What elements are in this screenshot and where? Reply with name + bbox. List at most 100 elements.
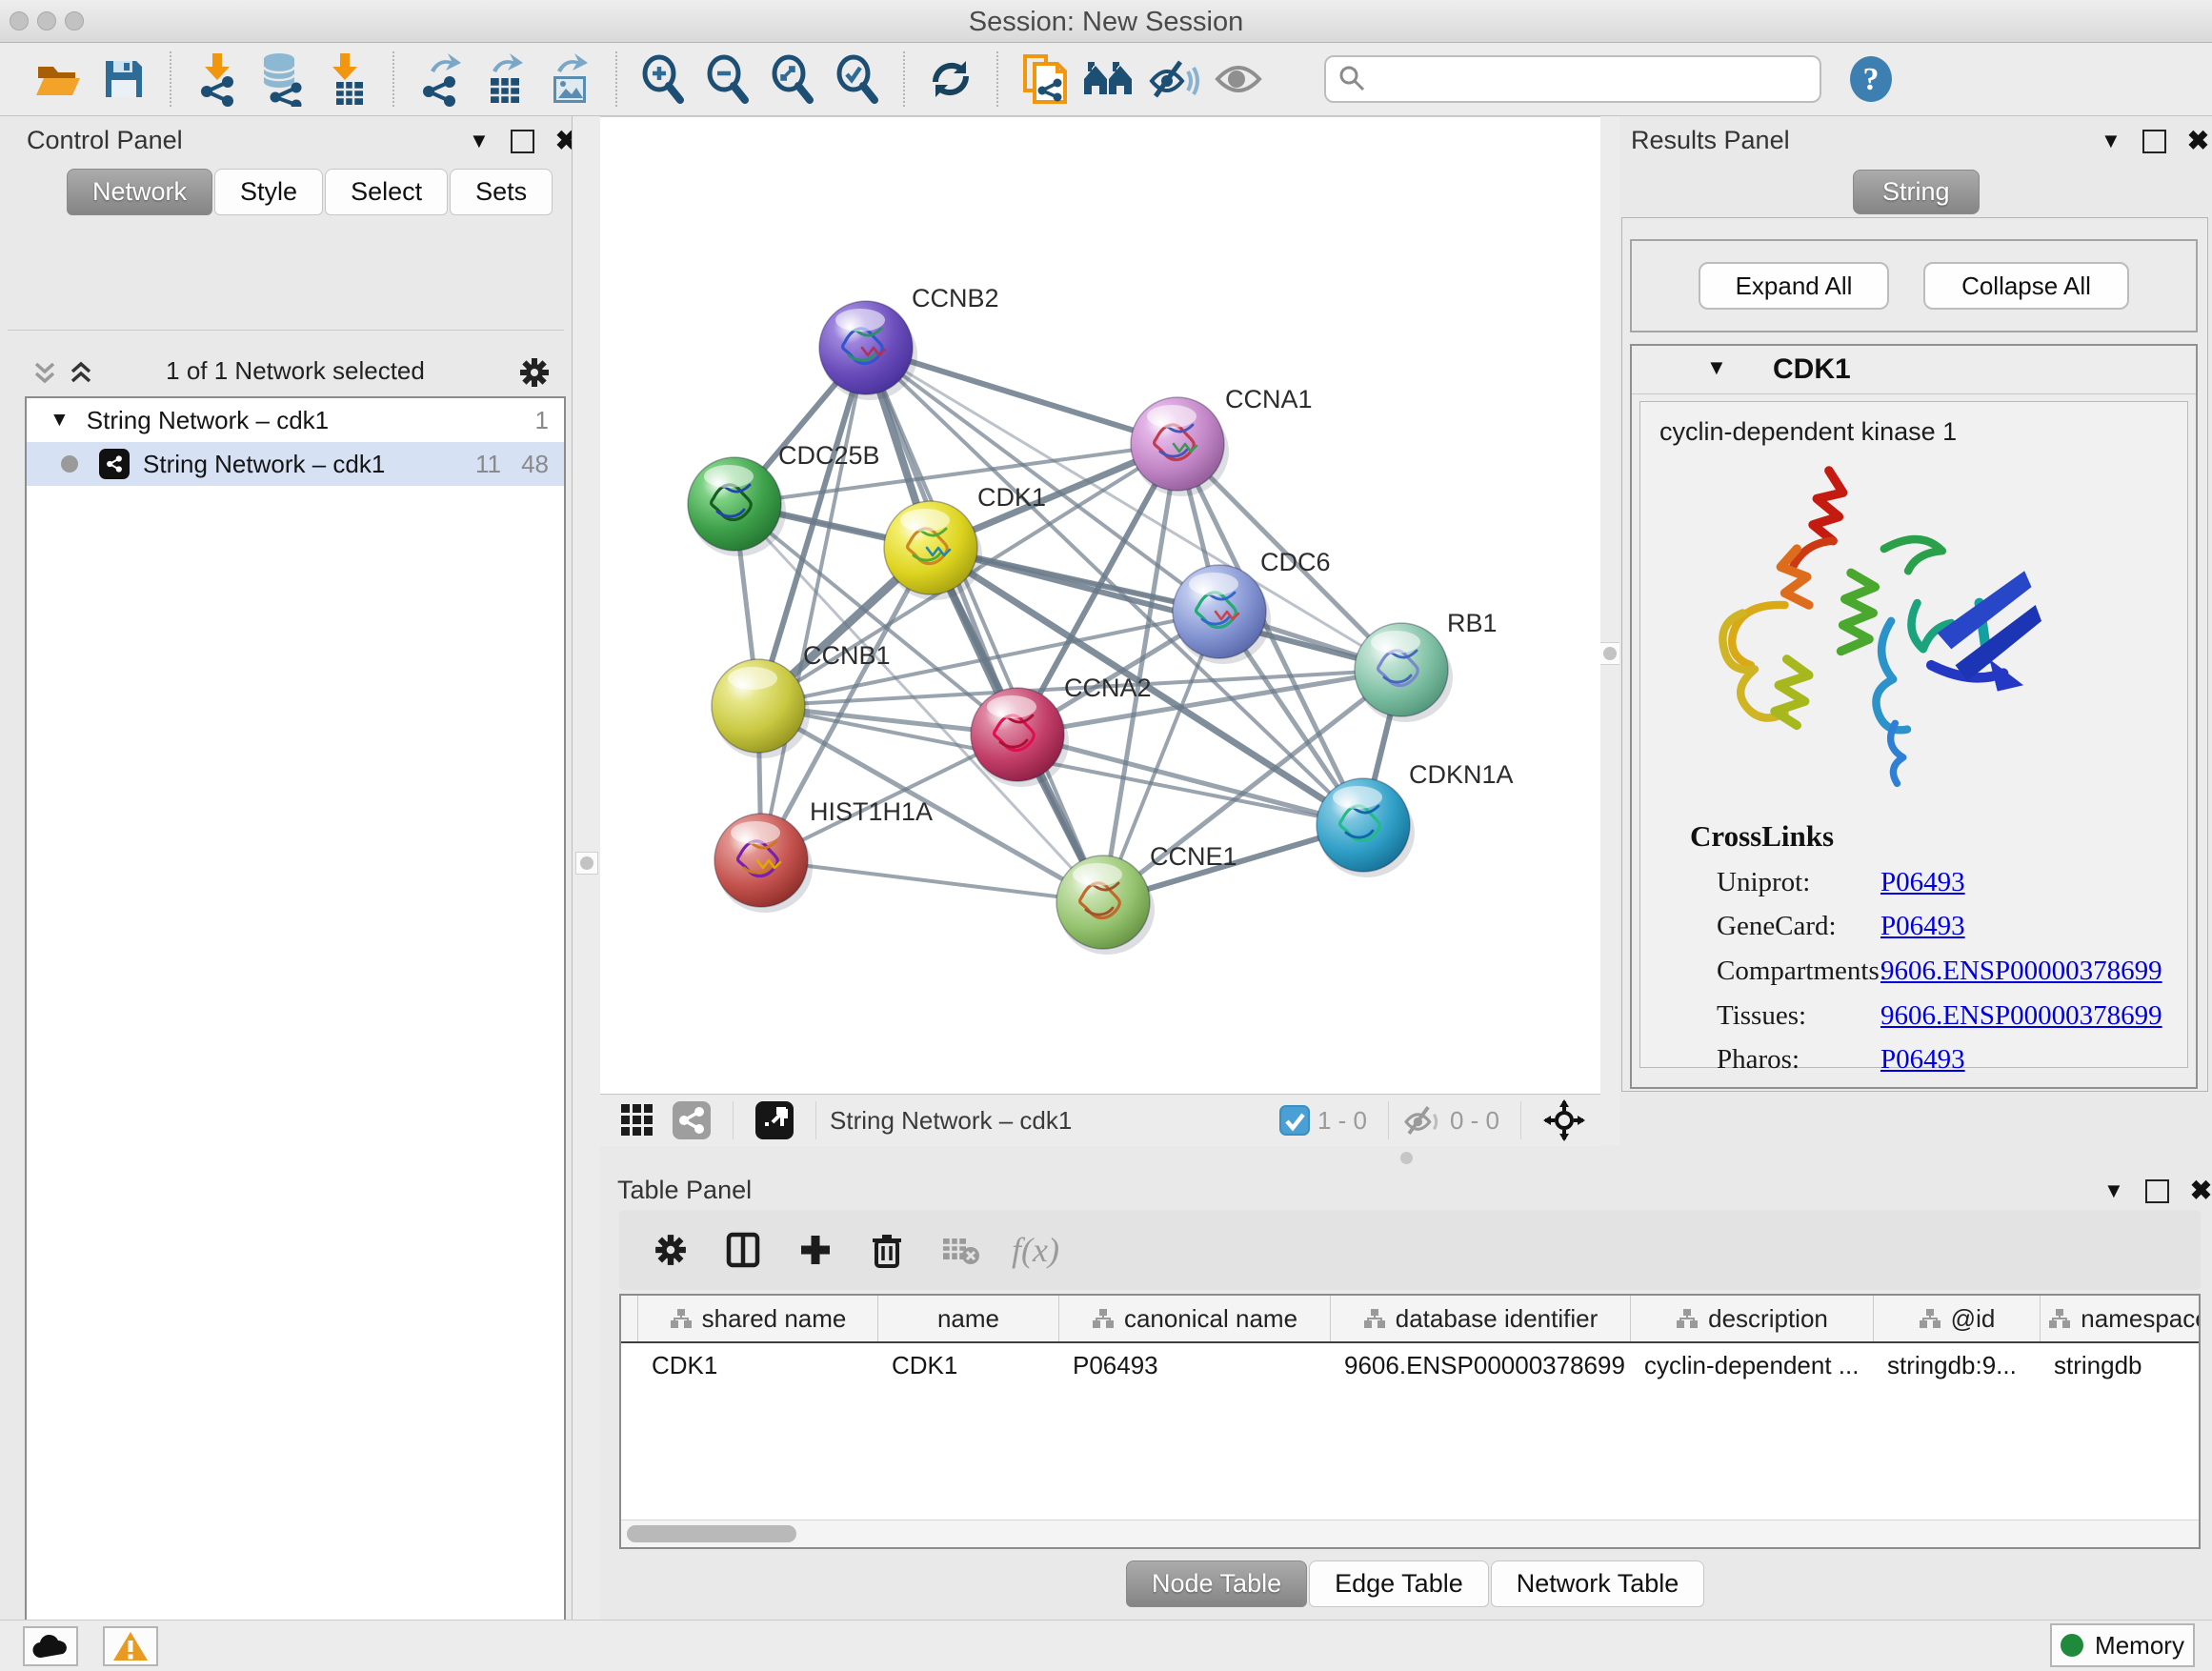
column-header-description[interactable]: description <box>1631 1296 1874 1341</box>
network-overview-toggle-button[interactable] <box>673 1101 711 1139</box>
zoom-selected-button[interactable] <box>830 49 885 110</box>
save-session-button[interactable] <box>96 49 151 110</box>
table-cell[interactable]: stringdb:9... <box>1874 1351 2041 1380</box>
open-session-button[interactable] <box>31 49 87 110</box>
column-header-namespace[interactable]: namespace <box>2041 1296 2201 1341</box>
bottom-splitter[interactable] <box>600 1145 2212 1170</box>
tab-sets[interactable]: Sets <box>450 169 553 215</box>
tab-style[interactable]: Style <box>214 169 323 215</box>
crosslink-value-link[interactable]: P06493 <box>1880 867 1965 898</box>
expand-all-networks-icon[interactable] <box>67 358 95 387</box>
crosslink-value-link[interactable]: 9606.ENSP00000378699 <box>1880 956 2162 987</box>
delete-table-button[interactable] <box>935 1234 985 1266</box>
bottom-splitter-handle[interactable] <box>1400 1152 1413 1164</box>
left-splitter-handle[interactable] <box>575 852 598 875</box>
network-node-CDK1[interactable] <box>884 501 982 600</box>
import-network-file-button[interactable] <box>190 49 245 110</box>
first-neighbors-button[interactable] <box>1081 49 1136 110</box>
table-cell[interactable]: 9606.ENSP00000378699 <box>1331 1351 1631 1380</box>
show-all-button[interactable] <box>1211 49 1266 110</box>
column-header-database-identifier[interactable]: database identifier <box>1331 1296 1631 1341</box>
delete-column-button[interactable] <box>865 1231 909 1269</box>
collapse-all-button[interactable]: Collapse All <box>1923 262 2129 310</box>
selected-checkbox-icon[interactable] <box>1279 1105 1310 1136</box>
column-header-shared-name[interactable]: shared name <box>638 1296 878 1341</box>
apply-layout-button[interactable] <box>923 49 978 110</box>
network-node-CDKN1A[interactable] <box>1317 778 1415 877</box>
network-node-CCNA1[interactable] <box>1131 397 1229 496</box>
control-panel-float-icon[interactable] <box>511 130 534 153</box>
tab-node-table[interactable]: Node Table <box>1126 1560 1307 1607</box>
table-options-button[interactable] <box>648 1232 694 1268</box>
table-cell[interactable]: CDK1 <box>638 1351 878 1380</box>
table-panel-menu-icon[interactable]: ▼ <box>2103 1180 2124 1201</box>
cloud-status-button[interactable] <box>23 1626 78 1666</box>
table-cell[interactable]: P06493 <box>1059 1351 1331 1380</box>
network-edge-CDK1-RB1[interactable] <box>931 548 1401 670</box>
right-splitter[interactable] <box>1600 116 1619 1145</box>
export-image-button[interactable] <box>542 49 597 110</box>
zoom-in-button[interactable] <box>635 49 691 110</box>
scrollbar-thumb[interactable] <box>627 1525 796 1542</box>
export-network-button[interactable] <box>412 49 468 110</box>
cdk1-collapse-icon[interactable]: ▼ <box>1706 357 1727 378</box>
network-edge-CCNB2-HIST1H1A[interactable] <box>761 348 866 860</box>
crosslink-value-link[interactable]: P06493 <box>1880 911 1965 942</box>
table-cell[interactable]: stringdb <box>2041 1351 2201 1380</box>
zoom-fit-button[interactable] <box>765 49 820 110</box>
crosslink-value-link[interactable]: P06493 <box>1880 1044 1965 1076</box>
crosslink-value-link[interactable]: 9606.ENSP00000378699 <box>1880 1000 2162 1032</box>
network-options-gear-icon[interactable] <box>518 356 551 389</box>
tab-select[interactable]: Select <box>325 169 448 215</box>
network-node-CDC6[interactable] <box>1173 565 1271 664</box>
import-network-database-button[interactable] <box>254 49 310 110</box>
tab-network-table[interactable]: Network Table <box>1491 1560 1705 1607</box>
column-header-canonical-name[interactable]: canonical name <box>1059 1296 1331 1341</box>
warning-status-button[interactable] <box>103 1626 158 1666</box>
network-node-RB1[interactable] <box>1355 623 1453 722</box>
create-column-button[interactable] <box>793 1232 838 1268</box>
network-canvas[interactable]: CCNB2CCNA1CDC25BCDK1CDC6RB1CCNB1CCNA2CDK… <box>600 116 1600 1095</box>
table-horizontal-scrollbar[interactable] <box>621 1520 2199 1547</box>
birdseye-grid-button[interactable] <box>619 1102 655 1138</box>
left-splitter[interactable] <box>572 116 601 1620</box>
help-button[interactable]: ? <box>1846 54 1896 104</box>
hide-selected-button[interactable] <box>1146 49 1201 110</box>
function-builder-button[interactable]: f(x) <box>1012 1230 1059 1270</box>
right-splitter-handle[interactable] <box>1599 642 1621 665</box>
results-panel-float-icon[interactable] <box>2142 130 2166 153</box>
column-header-name[interactable]: name <box>878 1296 1059 1341</box>
memory-button[interactable]: Memory <box>2050 1623 2195 1667</box>
hidden-eye-slash-icon[interactable] <box>1402 1104 1442 1137</box>
network-node-CCNA2[interactable] <box>971 688 1069 787</box>
import-table-button[interactable] <box>319 49 374 110</box>
network-node-CCNE1[interactable] <box>1056 856 1155 955</box>
results-panel-close-icon[interactable]: ✖ <box>2187 128 2209 154</box>
detach-view-button[interactable] <box>755 1101 794 1139</box>
tab-network[interactable]: Network <box>67 169 212 215</box>
table-panel-float-icon[interactable] <box>2145 1179 2169 1203</box>
collapse-all-networks-icon[interactable] <box>30 358 59 387</box>
collection-collapse-icon[interactable]: ▼ <box>50 409 70 432</box>
expand-all-button[interactable]: Expand All <box>1699 262 1889 310</box>
zoom-out-button[interactable] <box>700 49 755 110</box>
results-panel-menu-icon[interactable]: ▼ <box>2101 131 2122 151</box>
network-node-CDC25B[interactable] <box>688 457 786 556</box>
network-graph[interactable]: CCNB2CCNA1CDC25BCDK1CDC6RB1CCNB1CCNA2CDK… <box>600 117 1600 1095</box>
tab-edge-table[interactable]: Edge Table <box>1309 1560 1489 1607</box>
table-cell[interactable]: cyclin-dependent ... <box>1631 1351 1874 1380</box>
cdk1-section-header[interactable]: ▼ CDK1 <box>1632 346 2196 394</box>
export-table-button[interactable] <box>477 49 533 110</box>
network-node-HIST1H1A[interactable] <box>714 814 813 913</box>
network-row-selected[interactable]: String Network – cdk1 11 48 <box>27 442 564 486</box>
new-network-from-selection-button[interactable] <box>1016 49 1072 110</box>
control-panel-menu-icon[interactable]: ▼ <box>469 131 490 151</box>
column-header--id[interactable]: @id <box>1874 1296 2041 1341</box>
fit-content-button[interactable] <box>1543 1099 1585 1141</box>
network-collection-row[interactable]: ▼ String Network – cdk1 1 <box>27 398 564 442</box>
table-panel-close-icon[interactable]: ✖ <box>2190 1178 2212 1204</box>
search-input[interactable] <box>1324 55 1821 103</box>
tab-string[interactable]: String <box>1853 170 1980 214</box>
table-row[interactable]: CDK1CDK1P064939606.ENSP00000378699cyclin… <box>621 1343 2199 1387</box>
show-columns-button[interactable] <box>720 1231 766 1269</box>
